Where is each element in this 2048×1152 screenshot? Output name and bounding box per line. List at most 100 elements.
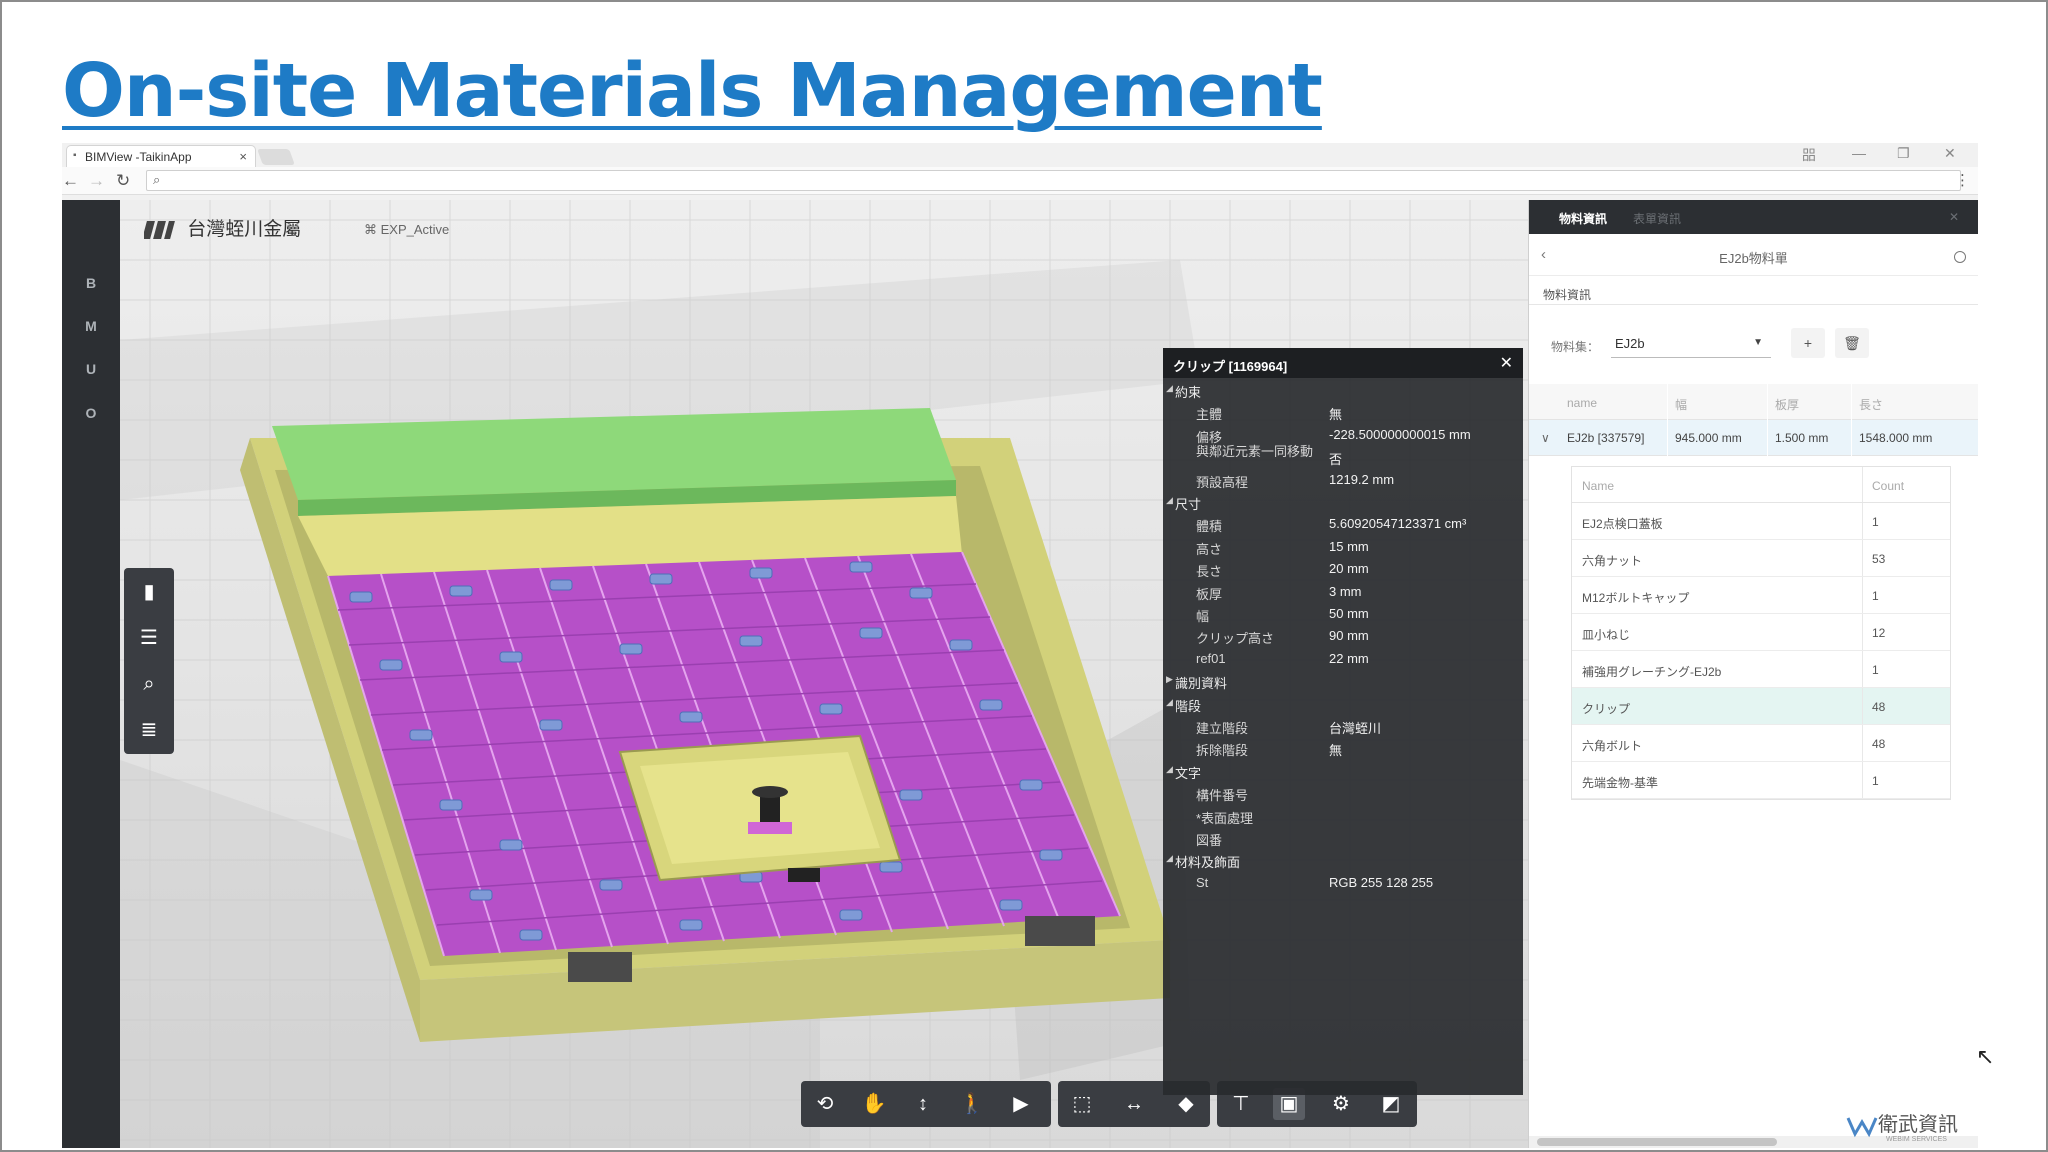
column-header-name[interactable]: name	[1567, 396, 1597, 410]
new-tab-button[interactable]	[257, 149, 295, 165]
reload-icon[interactable]: ↻	[116, 171, 130, 191]
close-icon[interactable]: ✕	[1500, 353, 1513, 373]
expanded-triangle-icon[interactable]: ◢	[1166, 853, 1173, 864]
part-name: 補強用グレーチング-EJ2b	[1582, 665, 1722, 679]
parts-table: Name Count EJ2点検口蓋板 1 六角ナット 53 M12ボルトキャップ 1 皿小…	[1571, 466, 1951, 800]
tab-material-info[interactable]: 物料資訊	[1559, 210, 1607, 227]
part-name: 皿小ねじ	[1582, 628, 1631, 642]
column-header-length[interactable]: 長さ	[1859, 396, 1883, 413]
tab-close-icon[interactable]: ×	[239, 149, 247, 164]
pan-icon[interactable]: ✋	[858, 1088, 890, 1120]
part-name: M12ボルトキャップ	[1582, 591, 1690, 605]
part-count: 1	[1872, 589, 1879, 603]
expanded-triangle-icon[interactable]: ◢	[1166, 764, 1173, 775]
property-value: 台灣蛭川	[1329, 721, 1382, 736]
address-bar[interactable]: ⌕	[146, 170, 1961, 191]
nav-item-u[interactable]: U	[74, 352, 108, 386]
zoom-icon[interactable]: ↕	[907, 1088, 939, 1120]
parts-column-count[interactable]: Count	[1872, 479, 1904, 493]
material-panel-tabs: 物料資訊 表單資訊 ✕	[1529, 200, 1978, 234]
row-width: 945.000 mm	[1675, 431, 1742, 445]
measure-icon[interactable]: ↔	[1118, 1088, 1150, 1120]
property-value: -228.500000000015 mm	[1329, 426, 1471, 442]
collapsed-triangle-icon[interactable]: ▶	[1166, 674, 1173, 685]
parts-row[interactable]: クリップ 48	[1572, 688, 1950, 725]
logo-icon	[144, 220, 175, 239]
tab-form-info[interactable]: 表單資訊	[1633, 210, 1681, 227]
property-key: St	[1196, 874, 1209, 890]
camera-icon[interactable]: ▶	[1005, 1088, 1037, 1120]
material-panel-header: ‹ EJ2b物料單	[1529, 234, 1978, 276]
side-toolbar: ▮ ☰ ⌕ ≣	[124, 568, 174, 754]
search-icon[interactable]: ⌕	[133, 668, 165, 700]
material-set-select[interactable]: EJ2b ▼	[1611, 328, 1771, 358]
chart-icon[interactable]: ▮	[133, 576, 165, 608]
expanded-triangle-icon[interactable]: ◢	[1166, 495, 1173, 506]
parts-row[interactable]: M12ボルトキャップ 1	[1572, 577, 1950, 614]
parts-column-name[interactable]: Name	[1582, 479, 1614, 493]
property-value: 3 mm	[1329, 583, 1362, 599]
left-nav: B M U O	[62, 200, 120, 1148]
expanded-triangle-icon[interactable]: ◢	[1166, 383, 1173, 394]
panel-close-icon[interactable]: ✕	[1949, 210, 1959, 224]
properties-panel: クリップ [1169964] ✕ ◢ 約束 主體無偏移 -228.5000000000…	[1163, 348, 1523, 1095]
walk-icon[interactable]: 🚶	[956, 1088, 988, 1120]
slide-title: On-site Materials Management	[62, 48, 1323, 134]
browser-tab[interactable]: ▪ BIMView -TaikinApp ×	[66, 145, 256, 167]
row-length: 1548.000 mm	[1859, 431, 1933, 445]
tab-strip: ▪ BIMView -TaikinApp × 㗊 — ❐ ✕	[62, 143, 1978, 167]
property-key: 幅	[1196, 609, 1210, 624]
parts-row[interactable]: EJ2点検口蓋板 1	[1572, 503, 1950, 540]
property-value: RGB 255 128 255	[1329, 874, 1434, 890]
column-header-thickness[interactable]: 板厚	[1775, 396, 1799, 413]
nav-item-m[interactable]: M	[74, 309, 108, 343]
logo-text: 台灣蛭川金屬	[187, 219, 302, 240]
back-icon[interactable]: ←	[62, 171, 79, 191]
property-key: 與鄰近元素一同移動	[1196, 444, 1314, 460]
chevron-down-icon: ▼	[1753, 337, 1763, 348]
row-thickness: 1.500 mm	[1775, 431, 1829, 445]
add-button[interactable]: +	[1791, 328, 1825, 358]
browser-window: ▪ BIMView -TaikinApp × 㗊 — ❐ ✕ ← → ↻ ⌕ ⋮…	[62, 143, 1978, 1148]
webim-logo-icon	[1846, 1117, 1878, 1138]
part-name: 六角ナット	[1582, 554, 1643, 568]
material-panel: 物料資訊 表單資訊 ✕ ‹ EJ2b物料單 物料資訊 物料集： EJ2b ▼ +…	[1528, 200, 1978, 1148]
material-set-label: 物料集：	[1551, 340, 1600, 354]
orbit-icon[interactable]: ⟲	[809, 1088, 841, 1120]
nav-item-o[interactable]: O	[74, 396, 108, 430]
expand-chevron-icon[interactable]: ∨	[1541, 431, 1550, 445]
nav-item-b[interactable]: B	[74, 266, 108, 300]
table-row[interactable]: ∨ EJ2b [337579] 945.000 mm 1.500 mm 1548…	[1529, 420, 1978, 456]
part-count: 12	[1872, 626, 1886, 640]
property-value: 無	[1329, 407, 1343, 423]
list-icon[interactable]: ≣	[133, 714, 165, 746]
layers-icon[interactable]: ☰	[133, 622, 165, 654]
footer-logo: 衛武資訊 WEBIM SERVICES	[1846, 1108, 1958, 1143]
delete-button[interactable]: 🗑	[1835, 328, 1869, 358]
parts-row[interactable]: 六角ナット 53	[1572, 540, 1950, 577]
parts-row[interactable]: 先端金物-基準 1	[1572, 762, 1950, 799]
scrollbar-thumb[interactable]	[1537, 1138, 1777, 1146]
expanded-triangle-icon[interactable]: ◢	[1166, 697, 1173, 708]
section-box-icon[interactable]: ⬚	[1066, 1088, 1098, 1120]
divider	[1529, 304, 1978, 305]
search-icon: ⌕	[153, 172, 161, 187]
parts-row[interactable]: 皿小ねじ 12	[1572, 614, 1950, 651]
minimize-icon[interactable]: —	[1852, 145, 1866, 161]
browser-menu-icon[interactable]: ⋮	[1955, 171, 1970, 189]
part-name: クリップ	[1582, 702, 1631, 716]
property-key: 板厚	[1196, 586, 1223, 602]
property-key: 材料及飾面	[1175, 855, 1241, 871]
restore-icon[interactable]: ❐	[1897, 145, 1910, 162]
property-key: 階段	[1175, 698, 1202, 714]
column-header-width[interactable]: 幅	[1675, 396, 1687, 413]
browser-toolbar: ← → ↻ ⌕ ⋮	[62, 167, 1978, 195]
property-key: 建立階段	[1196, 721, 1249, 736]
parts-row[interactable]: 六角ボルト 48	[1572, 725, 1950, 762]
close-window-icon[interactable]: ✕	[1944, 145, 1956, 162]
circle-icon[interactable]	[1954, 251, 1966, 263]
parts-row[interactable]: 補強用グレーチング-EJ2b 1	[1572, 651, 1950, 688]
forward-icon[interactable]: →	[88, 171, 105, 191]
profile-badge[interactable]: 㗊	[1802, 145, 1816, 165]
properties-title: クリップ [1169964]	[1173, 359, 1288, 374]
